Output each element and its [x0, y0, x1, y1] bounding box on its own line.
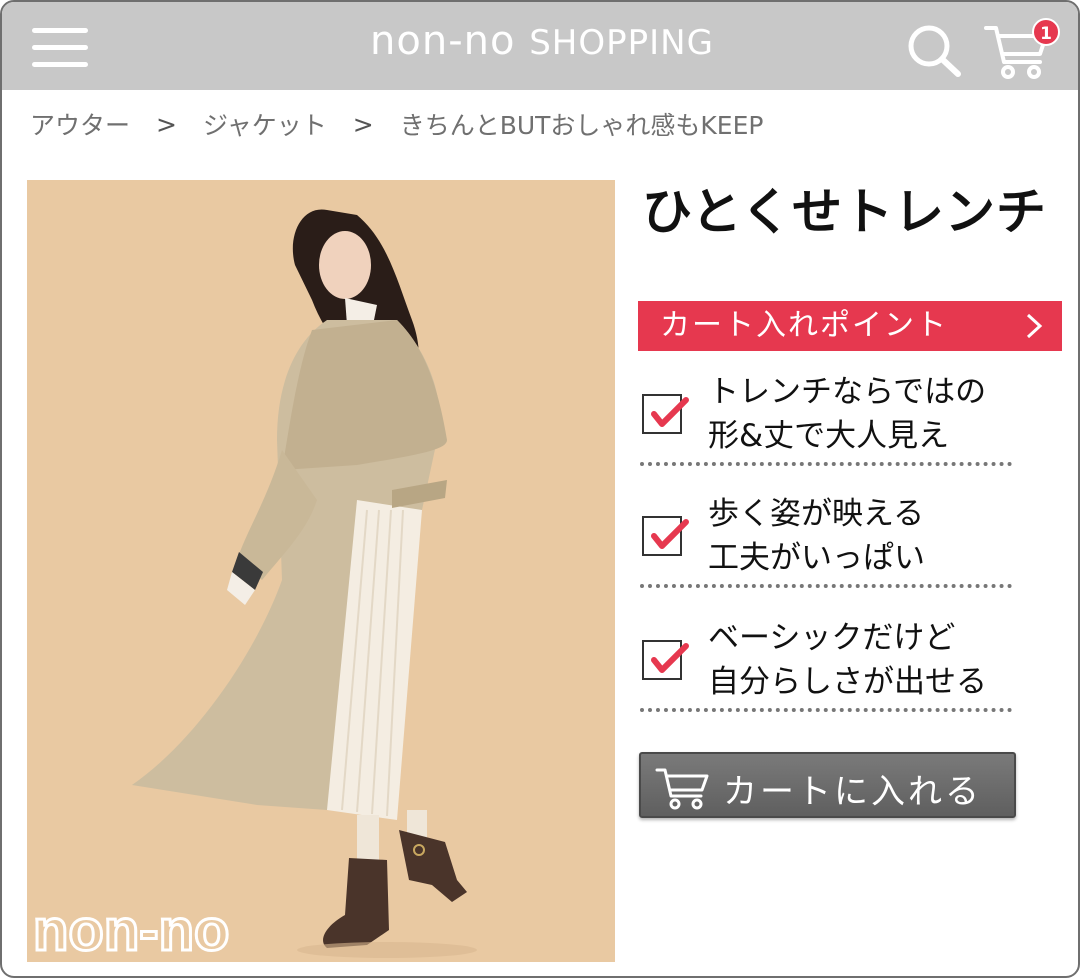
breadcrumb-item-outer[interactable]: アウター	[30, 106, 130, 142]
point-item-1: トレンチならではの 形&丈で大人見え	[638, 368, 1014, 468]
checkbox-icon	[642, 516, 689, 556]
nonno-watermark: non-no	[33, 898, 229, 962]
search-icon[interactable]	[904, 22, 964, 78]
brand-main-text: non-no	[370, 18, 516, 64]
menu-icon[interactable]	[32, 26, 90, 70]
dotted-divider	[640, 584, 1012, 588]
add-to-cart-label: カートに入れる	[723, 772, 982, 812]
breadcrumb-item-jacket[interactable]: ジャケット	[203, 106, 327, 142]
checkbox-icon	[642, 394, 689, 434]
chevron-right-icon: >	[352, 109, 374, 139]
brand-logo[interactable]: non-no SHOPPING	[302, 18, 782, 64]
breadcrumb: アウター > ジャケット > きちんとBUTおしゃれ感もKEEP	[30, 106, 763, 142]
point-text-1-line2: 形&丈で大人見え	[708, 418, 950, 454]
point-text-3-line2: 自分らしさが出せる	[708, 664, 987, 700]
app-frame: non-no SHOPPING 1 アウター > ジャケット > きちんとBUT…	[0, 0, 1080, 978]
brand-shop-text: SHOPPING	[529, 23, 714, 63]
point-text-2-line1: 歩く姿が映える	[708, 496, 925, 532]
dotted-divider	[640, 708, 1012, 712]
chevron-right-icon: >	[156, 109, 177, 139]
header-bar: non-no SHOPPING 1	[2, 2, 1078, 90]
point-text-1-line1: トレンチならではの	[708, 374, 987, 410]
cart-count-badge: 1	[1032, 18, 1060, 46]
product-title: ひとくせトレンチ	[642, 183, 1047, 241]
point-text-3-line1: ベーシックだけど	[708, 620, 956, 656]
breadcrumb-item-current[interactable]: きちんとBUTおしゃれ感もKEEP	[400, 106, 764, 142]
product-photo: non-no	[27, 180, 615, 962]
checkbox-icon	[642, 640, 689, 680]
cart-points-label: カート入れポイント	[660, 308, 948, 343]
chevron-right-icon	[1026, 313, 1043, 339]
point-item-3: ベーシックだけど 自分らしさが出せる	[638, 614, 1014, 714]
cart-points-header[interactable]: カート入れポイント	[638, 301, 1062, 351]
point-text-2-line2: 工夫がいっぱい	[708, 540, 925, 576]
cart-icon	[655, 768, 709, 810]
add-to-cart-button[interactable]: カートに入れる	[639, 752, 1016, 818]
point-item-2: 歩く姿が映える 工夫がいっぱい	[638, 490, 1014, 590]
dotted-divider	[640, 462, 1012, 466]
